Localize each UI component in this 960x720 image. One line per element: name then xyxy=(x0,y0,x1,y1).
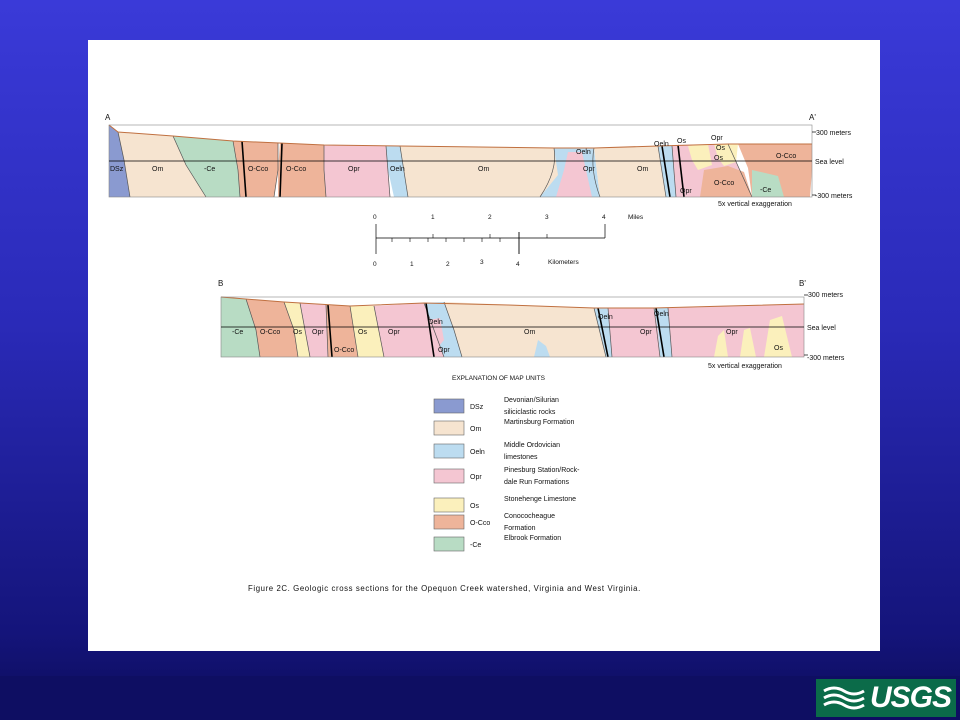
unit-label: Oeln xyxy=(598,314,613,321)
unit-label: O-Cco xyxy=(260,329,280,336)
legend-label: Formation xyxy=(504,525,536,532)
legend-swatch xyxy=(433,398,465,414)
unit-label: Oeln xyxy=(576,149,591,156)
legend-swatch xyxy=(433,514,465,530)
unit-label: Opr xyxy=(312,329,324,336)
unit-label: O-Cco xyxy=(248,166,268,173)
scale-km-label: Kilometers xyxy=(548,259,579,266)
legend-swatch xyxy=(433,536,465,552)
legend-code: DSz xyxy=(470,404,484,411)
legend-code: Om xyxy=(470,426,481,433)
legend-title: EXPLANATION OF MAP UNITS xyxy=(452,375,546,382)
legend-label: Pinesburg Station/Rock- xyxy=(504,467,580,474)
unit-label: Om xyxy=(524,329,535,336)
scale-miles-label: Miles xyxy=(628,214,644,221)
figure-panel: A A' 300 meters Sea level -300 meters 5x… xyxy=(88,40,880,651)
scale-miles-tick: 2 xyxy=(488,214,492,221)
legend-label: Middle Ordovician xyxy=(504,442,560,449)
section-a-exaggeration: 5x vertical exaggeration xyxy=(718,201,792,208)
cross-section-b: B B' 300 meters Sea level -300 meters 5x… xyxy=(218,279,845,370)
legend-swatch xyxy=(433,443,465,459)
legend-code: -Ce xyxy=(470,542,481,549)
unit-label: Opr xyxy=(438,347,450,354)
unit-label: DSz xyxy=(110,166,124,173)
usgs-logo-text: USGS xyxy=(870,681,952,714)
geologic-figure: A A' 300 meters Sea level -300 meters 5x… xyxy=(105,113,853,593)
scale-km-tick: 3 xyxy=(480,259,484,266)
unit-label: -Ce xyxy=(204,166,215,173)
section-a-elev-top: 300 meters xyxy=(816,130,852,137)
scale-miles-tick: 4 xyxy=(602,214,606,221)
section-a-start-label: A xyxy=(105,113,111,122)
unit-label: Os xyxy=(774,345,783,352)
usgs-logo: USGS xyxy=(816,679,956,717)
unit-om-3 xyxy=(594,146,666,197)
unit-label: Os xyxy=(716,145,725,152)
scale-km-tick: 1 xyxy=(410,261,414,268)
scale-km-tick: 2 xyxy=(446,261,450,268)
legend-label: Martinsburg Formation xyxy=(504,419,575,426)
scale-miles-tick: 0 xyxy=(373,214,377,221)
scale-km-tick: 4 xyxy=(516,261,520,268)
usgs-wave-icon xyxy=(823,686,865,710)
legend-label: siliciclastic rocks xyxy=(504,409,556,416)
section-b-elev-mid: Sea level xyxy=(807,325,836,332)
section-a-end-label: A' xyxy=(809,113,816,122)
unit-label: Oeln xyxy=(654,311,669,318)
cross-section-a: A A' 300 meters Sea level -300 meters 5x… xyxy=(105,113,853,208)
legend-swatch xyxy=(433,468,465,484)
unit-label: Opr xyxy=(640,329,652,336)
legend-label: Elbrook Formation xyxy=(504,535,561,542)
section-b-elev-top: 300 meters xyxy=(808,292,844,299)
unit-label: Opr xyxy=(583,166,595,173)
unit-label: O-Cco xyxy=(714,180,734,187)
unit-label: Opr xyxy=(726,329,738,336)
unit-label: -Ce xyxy=(760,187,771,194)
legend: EXPLANATION OF MAP UNITS DSz Devonian/Sil… xyxy=(433,375,580,552)
legend-code: Opr xyxy=(470,474,482,481)
unit-label: -Ce xyxy=(232,329,243,336)
section-b-start-label: B xyxy=(218,279,223,288)
scale-miles-tick: 1 xyxy=(431,214,435,221)
section-b-elev-bottom: -300 meters xyxy=(807,355,845,362)
legend-swatch xyxy=(433,497,465,513)
unit-label: O-Cco xyxy=(286,166,306,173)
unit-label: Os xyxy=(677,138,686,145)
figure-caption: Figure 2C. Geologic cross sections for t… xyxy=(248,584,641,593)
unit-label: Opr xyxy=(680,188,692,195)
legend-code: O-Cco xyxy=(470,520,490,527)
unit-label: O-Cco xyxy=(334,347,354,354)
section-b-end-label: B' xyxy=(799,279,806,288)
unit-label: Opr xyxy=(711,135,723,142)
unit-label: Oeln xyxy=(654,141,669,148)
section-b-exaggeration: 5x vertical exaggeration xyxy=(708,363,782,370)
unit-label: Oeln xyxy=(390,166,405,173)
unit-label: O-Cco xyxy=(776,153,796,160)
unit-label: Oeln xyxy=(428,319,443,326)
unit-label: Om xyxy=(478,166,489,173)
scale-miles-tick: 3 xyxy=(545,214,549,221)
legend-code: Os xyxy=(470,503,479,510)
unit-label: Os xyxy=(714,155,723,162)
legend-swatch xyxy=(433,420,465,436)
scale-km-tick: 0 xyxy=(373,261,377,268)
legend-label: dale Run Formations xyxy=(504,479,569,486)
unit-label: Om xyxy=(152,166,163,173)
unit-label: Opr xyxy=(348,166,360,173)
scale-bar: 0 1 2 3 4 Miles 0 1 2 3 4 Kilometers xyxy=(373,214,644,268)
unit-label: Os xyxy=(293,329,302,336)
unit-label: Os xyxy=(358,329,367,336)
legend-label: limestones xyxy=(504,454,538,461)
legend-label: Stonehenge Limestone xyxy=(504,496,576,503)
legend-code: Oeln xyxy=(470,449,485,456)
unit-label: Om xyxy=(637,166,648,173)
unit-opr-b4 xyxy=(608,308,660,357)
section-a-elev-mid: Sea level xyxy=(815,159,844,166)
unit-label: Opr xyxy=(388,329,400,336)
section-a-elev-bottom: -300 meters xyxy=(815,193,853,200)
legend-label: Devonian/Silurian xyxy=(504,397,559,404)
legend-label: Conococheague xyxy=(504,513,555,520)
